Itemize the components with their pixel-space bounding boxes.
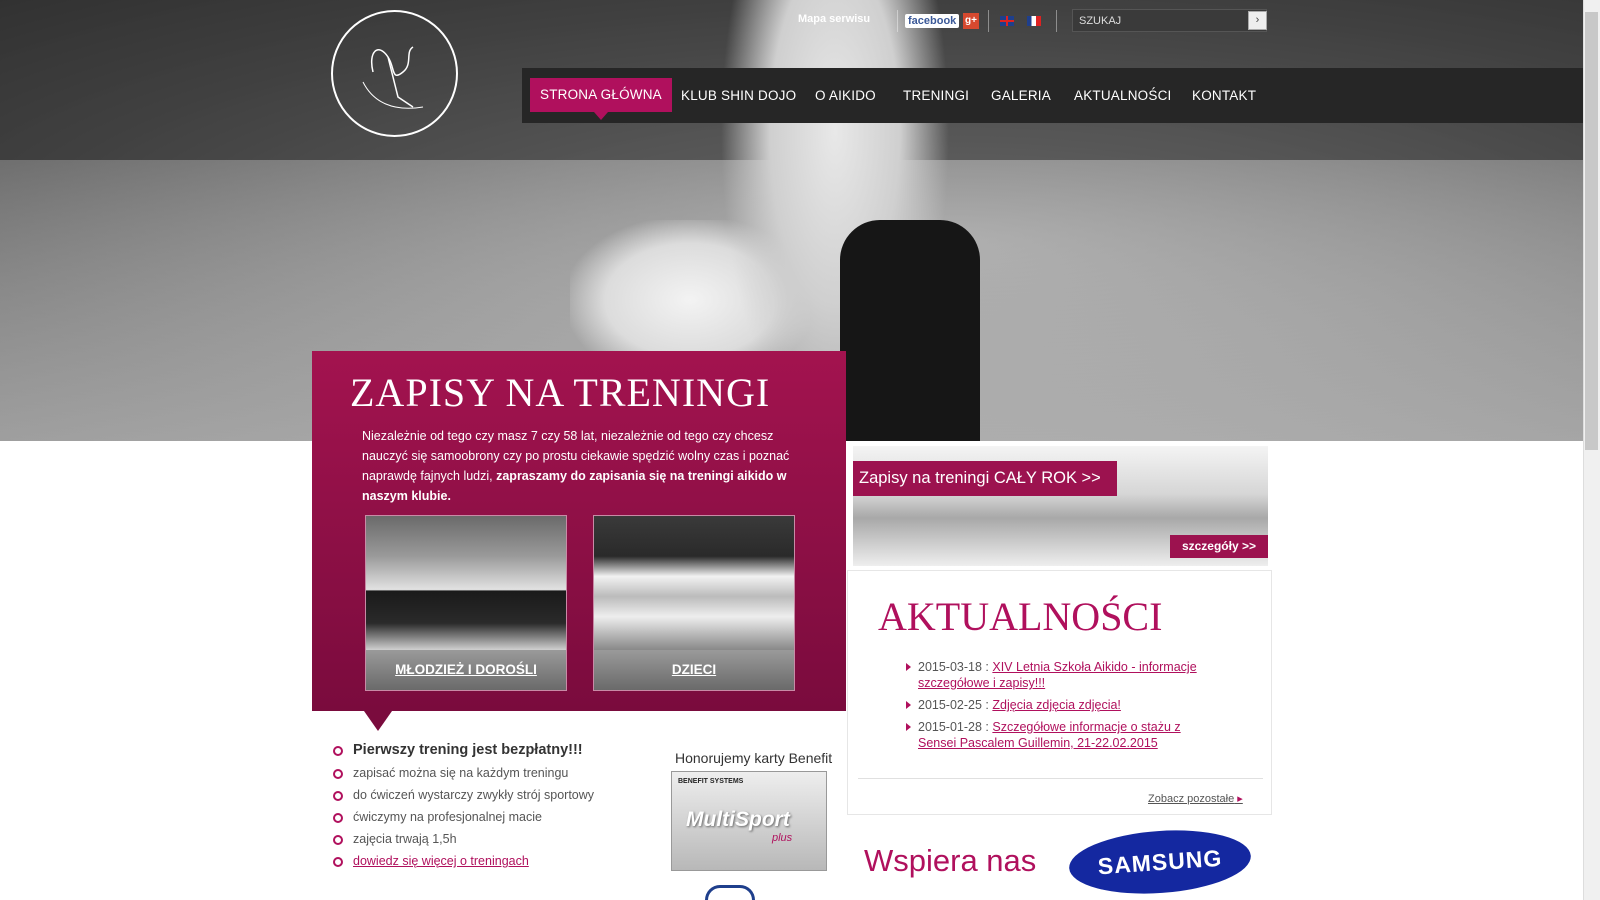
benefit-title: Honorujemy karty Benefit: [675, 750, 833, 766]
perk-item-link-row: dowiedz się więcej o treningach: [331, 853, 594, 869]
search-box: [1072, 9, 1267, 32]
multisport-name: MultiSport: [686, 808, 790, 831]
cloud-logo-icon: [705, 885, 755, 900]
registration-title: ZAPISY NA TRENINGI: [350, 370, 771, 415]
divider: [897, 10, 898, 32]
perk-item: do ćwiczeń wystarczy zwykły strój sporto…: [331, 787, 594, 803]
nav-item-club[interactable]: KLUB SHIN DOJO: [681, 68, 796, 123]
news-item: 2015-03-18 : XIV Letnia Szkoła Aikido - …: [906, 659, 1206, 691]
news-more-link[interactable]: Zobacz pozostałe: [1148, 792, 1243, 805]
news-date: 2015-01-28 :: [918, 720, 989, 734]
english-flag-icon[interactable]: [1000, 16, 1014, 26]
news-date: 2015-03-18 :: [918, 660, 989, 674]
hero-figure-hakama: [840, 220, 980, 441]
sitemap-link[interactable]: Mapa serwisu: [798, 13, 870, 25]
news-link[interactable]: Zdjęcia zdjęcia zdjęcia!: [992, 698, 1121, 712]
divider: [1056, 10, 1057, 32]
news-title: AKTUALNOŚCI: [878, 594, 1163, 639]
registration-text: Niezależnie od tego czy masz 7 czy 58 la…: [362, 426, 792, 506]
search-button[interactable]: ›: [1248, 11, 1267, 30]
nav-item-trainings[interactable]: TRENINGI: [903, 68, 969, 123]
main-nav: STRONA GŁÓWNA KLUB SHIN DOJO O AIKIDO TR…: [522, 68, 1583, 123]
perk-item: ćwiczymy na profesjonalnej macie: [331, 809, 594, 825]
card-adults[interactable]: MŁODZIEŻ I DOROŚLI: [365, 515, 567, 691]
adults-button[interactable]: MŁODZIEŻ I DOROŚLI: [366, 650, 566, 690]
top-bar: Mapa serwisu facebook g+ ›: [0, 0, 1583, 42]
perks-list: Pierwszy trening jest bezpłatny!!! zapis…: [331, 742, 594, 875]
nav-item-news[interactable]: AKTUALNOŚCI: [1074, 68, 1171, 123]
news-item: 2015-01-28 : Szczegółowe informacje o st…: [906, 719, 1206, 751]
nav-item-contact[interactable]: KONTAKT: [1192, 68, 1256, 123]
google-plus-icon[interactable]: g+: [963, 13, 979, 29]
benefit-brand: BENEFIT SYSTEMS: [678, 778, 744, 785]
divider: [988, 10, 989, 32]
news-box: AKTUALNOŚCI 2015-03-18 : XIV Letnia Szko…: [847, 570, 1272, 815]
news-list: 2015-03-18 : XIV Letnia Szkoła Aikido - …: [906, 659, 1206, 757]
news-date: 2015-02-25 :: [918, 698, 989, 712]
nav-item-home[interactable]: STRONA GŁÓWNA: [530, 78, 672, 120]
banner-label[interactable]: Zapisy na treningi CAŁY ROK >>: [853, 461, 1117, 496]
kids-button[interactable]: DZIECI: [594, 650, 794, 690]
multisport-card[interactable]: BENEFIT SYSTEMS MultiSport plus: [671, 771, 827, 871]
scrollbar-thumb[interactable]: [1585, 12, 1598, 450]
support-title: Wspiera nas: [864, 843, 1037, 878]
card-kids[interactable]: DZIECI: [593, 515, 795, 691]
facebook-link[interactable]: facebook: [905, 14, 960, 28]
samsung-logo[interactable]: SAMSUNG: [1067, 824, 1253, 900]
french-flag-icon[interactable]: [1027, 16, 1041, 26]
banner-details-button[interactable]: szczegóły >>: [1169, 535, 1268, 558]
trainings-more-link[interactable]: dowiedz się więcej o treningach: [353, 854, 529, 868]
perk-item: Pierwszy trening jest bezpłatny!!!: [331, 742, 594, 758]
news-divider: [858, 778, 1263, 779]
year-round-banner[interactable]: Zapisy na treningi CAŁY ROK >> szczegóły…: [853, 446, 1268, 566]
nav-item-aikido[interactable]: O AIKIDO: [815, 68, 876, 123]
perk-item: zapisać można się na każdym treningu: [331, 765, 594, 781]
nav-item-gallery[interactable]: GALERIA: [991, 68, 1051, 123]
kids-photo: [594, 516, 794, 650]
news-item: 2015-02-25 : Zdjęcia zdjęcia zdjęcia!: [906, 697, 1206, 713]
perk-item: zajęcia trwają 1,5h: [331, 831, 594, 847]
adults-photo: [366, 516, 566, 650]
registration-panel: ZAPISY NA TRENINGI Niezależnie od tego c…: [312, 351, 846, 731]
search-input[interactable]: [1079, 13, 1239, 29]
multisport-variant: plus: [772, 832, 793, 844]
